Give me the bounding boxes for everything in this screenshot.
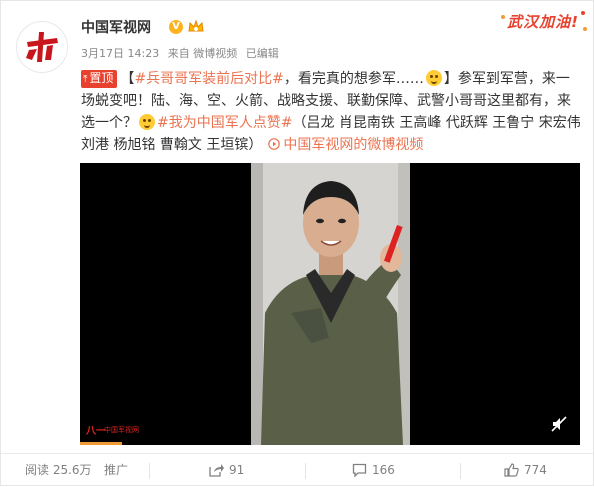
- hashtag-link[interactable]: #兵哥哥军装前后对比#: [134, 71, 283, 87]
- read-count: 阅读 25.6万: [25, 463, 92, 477]
- avatar[interactable]: [16, 21, 68, 73]
- action-separator: [460, 463, 461, 479]
- comment-button[interactable]: 166: [352, 454, 395, 487]
- promote-button[interactable]: 推广: [104, 454, 128, 487]
- mute-icon[interactable]: [550, 415, 568, 433]
- action-bar: 阅读 25.6万 推广 91 166 774: [1, 454, 594, 487]
- video-watermark-text: 中国军视网: [104, 426, 139, 434]
- share-count: 91: [229, 463, 245, 477]
- hashtag-link[interactable]: #我为中国军人点赞#: [157, 115, 292, 131]
- video-link-icon: [268, 138, 281, 150]
- comment-icon: [352, 463, 367, 477]
- video-watermark-logo: 八一: [86, 426, 106, 437]
- bracket-open: 【: [120, 71, 135, 87]
- edited-label: 已编辑: [245, 47, 279, 60]
- share-icon: [209, 464, 224, 477]
- share-button[interactable]: 91: [209, 454, 244, 487]
- comment-count: 166: [372, 463, 395, 477]
- vip-crown-icon[interactable]: [187, 19, 205, 35]
- account-name[interactable]: 中国军视网: [81, 17, 151, 37]
- video-frame: [251, 163, 410, 445]
- surprised-emoji-icon: [425, 70, 442, 86]
- weibo-post-card: 中国军视网 V 3月17日 14:23 来自 微博视频 已编辑 武汉加油! ⤒ 置…: [0, 0, 594, 486]
- pinned-badge: ⤒ 置顶: [81, 70, 118, 88]
- video-progress-bar[interactable]: [80, 442, 122, 445]
- promo-text: 武汉加油!: [507, 13, 579, 31]
- soldier-portrait-image: [251, 163, 410, 445]
- post-date[interactable]: 3月17日 14:23: [81, 47, 159, 60]
- like-count: 774: [524, 463, 547, 477]
- video-link[interactable]: 中国军视网的微博视频: [283, 137, 423, 153]
- action-separator: [305, 463, 306, 479]
- post-meta: 3月17日 14:23 来自 微博视频 已编辑: [81, 45, 284, 61]
- post-text: ⤒ 置顶 【#兵哥哥军装前后对比#，看完真的想参军…… 】参军到军营，来一场蜕变吧！陆…: [81, 68, 581, 156]
- thumbs-up-icon: [504, 463, 519, 477]
- smile-emoji-icon: [139, 114, 155, 130]
- post-source[interactable]: 来自 微博视频: [168, 47, 238, 60]
- pin-icon: ⤒: [83, 74, 88, 85]
- post-text-segment: ，看完真的想参军……: [283, 71, 424, 87]
- wuhan-promo-badge: 武汉加油!: [499, 7, 587, 35]
- like-button[interactable]: 774: [504, 454, 547, 487]
- army-logo-icon: [26, 32, 58, 62]
- video-player[interactable]: 八一 中国军视网: [80, 163, 580, 445]
- action-separator: [149, 463, 150, 479]
- verified-badge-icon: V: [169, 20, 183, 34]
